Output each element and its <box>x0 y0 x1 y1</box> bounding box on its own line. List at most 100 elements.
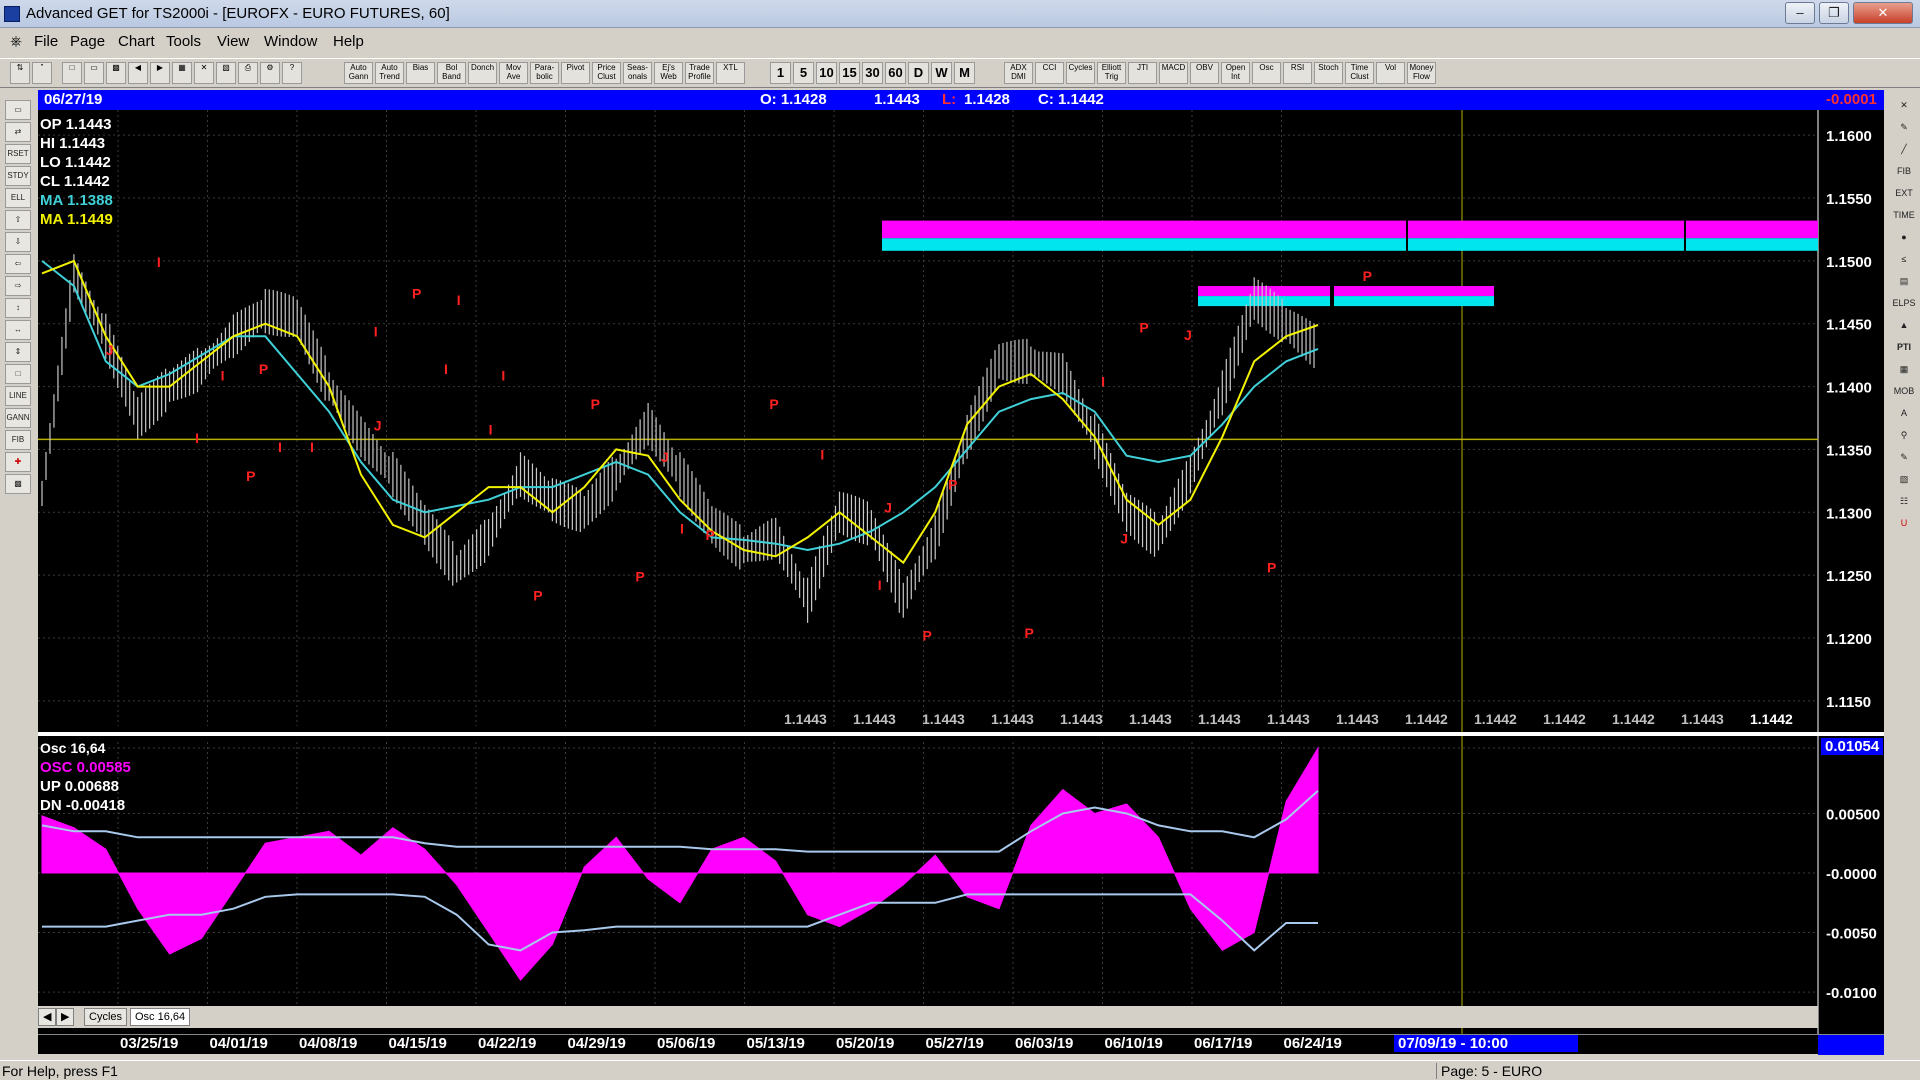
save-icon[interactable]: ▩ <box>106 62 126 84</box>
menu-view[interactable]: View <box>217 33 249 50</box>
channel-icon[interactable]: ▤ <box>1892 272 1916 292</box>
tab-cycles[interactable]: Cycles <box>84 1008 128 1026</box>
forward-icon[interactable]: ▶ <box>150 62 170 84</box>
tool-scale-icon[interactable]: ⇕ <box>5 342 31 362</box>
study-button-ej-s-web[interactable]: Ej's Web <box>654 62 683 84</box>
interval-button-w[interactable]: W <box>931 62 952 84</box>
menu-file[interactable]: File <box>34 33 58 50</box>
delete-icon[interactable]: ✕ <box>194 62 214 84</box>
close-button[interactable]: ✕ <box>1853 2 1913 24</box>
interval-button-m[interactable]: M <box>954 62 975 84</box>
close-icon[interactable]: ✕ <box>1892 96 1916 116</box>
grid-icon[interactable]: ▦ <box>1892 360 1916 380</box>
study-button-mov-ave[interactable]: Mov Ave <box>499 62 528 84</box>
print-icon[interactable]: ⎙ <box>238 62 258 84</box>
indicator-button-vol[interactable]: Vol <box>1376 62 1405 84</box>
study-button-xtl[interactable]: XTL <box>716 62 745 84</box>
indicator-button-rsi[interactable]: RSI <box>1283 62 1312 84</box>
tool-icon[interactable]: ▧ <box>1892 470 1916 490</box>
study-button-para-bolic[interactable]: Para-bolic <box>530 62 559 84</box>
pencil-icon[interactable]: ✎ <box>1892 118 1916 138</box>
interval-button-30[interactable]: 30 <box>862 62 883 84</box>
indicator-button-time-clust[interactable]: Time Clust <box>1345 62 1374 84</box>
tab-scroll-right[interactable]: ▶ <box>56 1008 75 1026</box>
menu-help[interactable]: Help <box>333 33 364 50</box>
tool-fib-icon[interactable]: FIB <box>5 430 31 450</box>
menu-tools[interactable]: Tools <box>166 33 201 50</box>
magnet-icon[interactable]: U <box>1892 514 1916 534</box>
new-page-icon[interactable]: □ <box>62 62 82 84</box>
tab-scroll-left[interactable]: ◀ <box>38 1008 57 1026</box>
menu-chart[interactable]: Chart <box>118 33 155 50</box>
maximize-button[interactable]: ❐ <box>1819 2 1849 24</box>
trendline-icon[interactable]: ╱ <box>1892 140 1916 160</box>
chart-area[interactable]: 1.1600 1.1550 1.1500 1.1450 1.1400 1.1350 1.13… <box>38 110 1884 1046</box>
tool-snapshot-icon[interactable]: ▩ <box>5 474 31 494</box>
open-icon[interactable]: ▭ <box>84 62 104 84</box>
tool-zoom-icon[interactable]: ⇄ <box>5 122 31 142</box>
tab-osc[interactable]: Osc 16,64 <box>130 1008 191 1026</box>
arrow-down-icon[interactable]: ⇩ <box>5 232 31 252</box>
arrow-right-icon[interactable]: ⇨ <box>5 276 31 296</box>
indicator-button-stoch[interactable]: Stoch <box>1314 62 1343 84</box>
fib-ret-icon[interactable]: FIB <box>1892 162 1916 182</box>
menu-page[interactable]: Page <box>70 33 105 50</box>
help-icon[interactable]: ? <box>282 62 302 84</box>
interval-button-1[interactable]: 1 <box>770 62 791 84</box>
tool-reset-icon[interactable]: RSET <box>5 144 31 164</box>
indicator-button-cycles[interactable]: Cycles <box>1066 62 1095 84</box>
study-button-pivot[interactable]: Pivot <box>561 62 590 84</box>
indicator-button-jti[interactable]: JTI <box>1128 62 1157 84</box>
study-button-auto-gann[interactable]: Auto Gann <box>344 62 373 84</box>
fib-ext-icon[interactable]: EXT <box>1892 184 1916 204</box>
eraser-icon[interactable]: ✎ <box>1892 448 1916 468</box>
tool-compress-icon[interactable]: ↔ <box>5 320 31 340</box>
interval-button-60[interactable]: 60 <box>885 62 906 84</box>
indicator-button-open-int[interactable]: Open Int <box>1221 62 1250 84</box>
indicator-button-obv[interactable]: OBV <box>1190 62 1219 84</box>
indicator-button-adx-dmi[interactable]: ADX DMI <box>1004 62 1033 84</box>
ellipse-icon[interactable]: ELPS <box>1892 294 1916 314</box>
tool-icon[interactable]: ⇅ <box>10 62 30 84</box>
tool-gann-icon[interactable]: GANN <box>5 408 31 428</box>
fan-icon[interactable]: ≤ <box>1892 250 1916 270</box>
tool-lock-icon[interactable]: ▭ <box>5 100 31 120</box>
interval-button-5[interactable]: 5 <box>793 62 814 84</box>
gear-icon[interactable]: ⚙ <box>260 62 280 84</box>
mob-icon[interactable]: MOB <box>1892 382 1916 402</box>
grid-icon[interactable]: ▧ <box>216 62 236 84</box>
indicator-button-macd[interactable]: MACD <box>1159 62 1188 84</box>
study-button-donch[interactable]: Donch <box>468 62 497 84</box>
tool-lines-icon[interactable]: LINE <box>5 386 31 406</box>
menu-window[interactable]: Window <box>264 33 317 50</box>
interval-button-15[interactable]: 15 <box>839 62 860 84</box>
indicator-button-osc[interactable]: Osc <box>1252 62 1281 84</box>
study-button-bol-band[interactable]: Bol Band <box>437 62 466 84</box>
interval-button-10[interactable]: 10 <box>816 62 837 84</box>
study-button-price-clust[interactable]: Price Clust <box>592 62 621 84</box>
interval-button-d[interactable]: D <box>908 62 929 84</box>
magnifier-icon[interactable]: ⚲ <box>1892 426 1916 446</box>
pattern-icon[interactable]: ▲ <box>1892 316 1916 336</box>
tool-icon[interactable]: ” <box>32 62 52 84</box>
tool-study-icon[interactable]: STDY <box>5 166 31 186</box>
study-button-bias[interactable]: Bias <box>406 62 435 84</box>
indicator-button-elliott-trig[interactable]: Elliott Trig <box>1097 62 1126 84</box>
tool-elliott-icon[interactable]: ELL <box>5 188 31 208</box>
minimize-button[interactable]: – <box>1785 2 1815 24</box>
study-button-seas-onals[interactable]: Seas-onals <box>623 62 652 84</box>
back-icon[interactable]: ◀ <box>128 62 148 84</box>
layout-icon[interactable]: ▦ <box>172 62 192 84</box>
study-button-trade-profile[interactable]: Trade Profile <box>685 62 714 84</box>
study-button-auto-trend[interactable]: Auto Trend <box>375 62 404 84</box>
tool-icon[interactable]: ☷ <box>1892 492 1916 512</box>
tool-expand-icon[interactable]: ↕ <box>5 298 31 318</box>
indicator-button-cci[interactable]: CCI <box>1035 62 1064 84</box>
cycle-icon[interactable]: ● <box>1892 228 1916 248</box>
tool-window-icon[interactable]: □ <box>5 364 31 384</box>
indicator-button-money-flow[interactable]: Money Flow <box>1407 62 1436 84</box>
text-icon[interactable]: A <box>1892 404 1916 424</box>
arrow-up-icon[interactable]: ⇧ <box>5 210 31 230</box>
fib-time-icon[interactable]: TIME <box>1892 206 1916 226</box>
pti-icon[interactable]: PTI <box>1892 338 1916 358</box>
